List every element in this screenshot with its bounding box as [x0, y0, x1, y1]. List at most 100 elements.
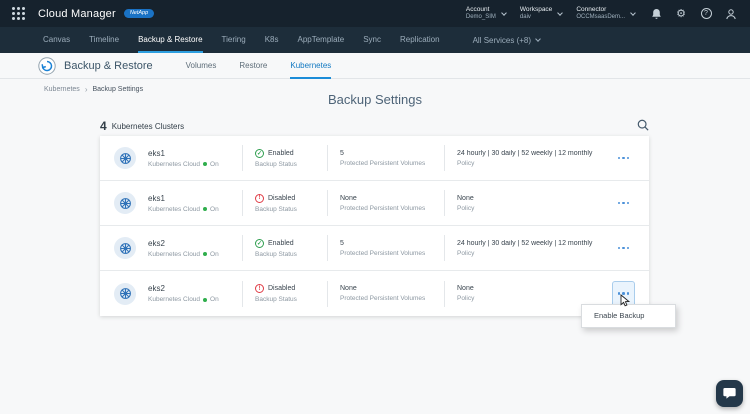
cluster-state: On — [210, 160, 219, 168]
row-context-menu: Enable Backup — [581, 304, 676, 328]
backup-status-label: Backup Status — [255, 250, 297, 258]
backup-status-label: Backup Status — [255, 160, 297, 168]
workspace-menu[interactable]: Workspace daiv — [519, 6, 564, 22]
policy-value: 24 hourly | 30 daily | 52 weekly | 12 mo… — [457, 149, 593, 157]
service-header: Backup & Restore Volumes Restore Kuberne… — [0, 53, 750, 79]
cluster-row: eks2 Kubernetes Cloud On ✓ Enabled Backu… — [100, 226, 649, 271]
volumes-value: None — [340, 285, 357, 292]
volumes-value: 5 — [340, 149, 344, 157]
kubernetes-cluster-icon — [114, 282, 136, 305]
cluster-state: On — [210, 250, 219, 258]
nav-tab-timeline[interactable]: Timeline — [89, 27, 119, 53]
row-menu-button[interactable] — [612, 190, 636, 216]
all-services-label: All Services (+8) — [472, 35, 532, 45]
chevron-down-icon — [630, 9, 636, 16]
divider — [444, 190, 445, 216]
gear-icon[interactable]: ⚙ — [674, 7, 688, 21]
apps-grid-icon[interactable] — [12, 7, 25, 20]
policy-label: Policy — [457, 249, 475, 257]
cluster-name: eks1 — [148, 148, 165, 158]
page-title: Backup Settings — [328, 92, 422, 107]
nav-tab-sync[interactable]: Sync — [363, 27, 381, 53]
kubernetes-cluster-icon — [114, 192, 136, 214]
chevron-down-icon — [557, 9, 564, 16]
backup-status-value: Disabled — [268, 285, 296, 292]
row-menu-button[interactable] — [612, 145, 636, 171]
cluster-list-header: 4 Kubernetes Clusters — [100, 116, 649, 132]
search-icon[interactable] — [637, 119, 649, 131]
tab-restore[interactable]: Restore — [239, 53, 267, 79]
netapp-logo: NetApp — [123, 8, 155, 19]
workspace-value: daiv — [519, 13, 531, 20]
backup-status-value: Enabled — [268, 149, 294, 157]
cluster-type: Kubernetes Cloud — [148, 205, 201, 213]
cluster-type: Kubernetes Cloud — [148, 250, 201, 258]
connector-menu[interactable]: Connector OCCMsaasDem... — [576, 5, 636, 22]
volumes-label: Protected Persistent Volumes — [340, 295, 426, 302]
enabled-check-icon: ✓ — [255, 148, 264, 158]
tab-volumes[interactable]: Volumes — [186, 53, 217, 79]
app-title: Cloud Manager — [38, 7, 116, 20]
backup-status-value: Enabled — [268, 239, 294, 247]
cluster-type: Kubernetes Cloud — [148, 160, 201, 168]
kubernetes-cluster-icon — [114, 237, 136, 259]
cluster-count: 4 — [100, 119, 107, 133]
enabled-check-icon: ✓ — [255, 238, 264, 248]
chat-button[interactable] — [716, 380, 743, 407]
backup-status-label: Backup Status — [255, 205, 297, 213]
nav-tab-canvas[interactable]: Canvas — [43, 27, 70, 53]
policy-label: Policy — [457, 204, 475, 212]
account-menu[interactable]: Account Demo_SIM — [465, 6, 507, 22]
divider — [444, 235, 445, 261]
policy-value: None — [457, 285, 474, 292]
connector-value: OCCMsaasDem... — [576, 13, 625, 20]
policy-label: Policy — [457, 159, 475, 167]
cluster-row: eks1 Kubernetes Cloud On ✓ Enabled Backu… — [100, 136, 649, 181]
account-value: Demo_SIM — [465, 13, 496, 20]
status-dot-icon — [203, 252, 208, 256]
volumes-label: Protected Persistent Volumes — [340, 159, 426, 167]
connector-label: Connector — [576, 5, 607, 13]
chevron-down-icon — [501, 9, 507, 16]
help-icon[interactable]: ? — [699, 7, 713, 21]
volumes-value: 5 — [340, 239, 344, 247]
divider — [242, 145, 243, 171]
cluster-name: eks2 — [148, 238, 165, 248]
policy-value: 24 hourly | 30 daily | 52 weekly | 12 mo… — [457, 239, 593, 247]
bell-icon[interactable] — [649, 7, 663, 21]
divider — [242, 190, 243, 216]
divider — [242, 280, 243, 307]
cluster-name: eks1 — [148, 193, 165, 203]
backup-restore-icon — [38, 56, 56, 75]
status-dot-icon — [203, 207, 208, 211]
kubernetes-cluster-icon — [114, 147, 136, 169]
nav-tab-k8s[interactable]: K8s — [265, 27, 279, 53]
nav-tab-tiering[interactable]: Tiering — [222, 27, 246, 53]
divider — [327, 280, 328, 307]
cluster-list: eks1 Kubernetes Cloud On ✓ Enabled Backu… — [100, 136, 649, 316]
volumes-label: Protected Persistent Volumes — [340, 204, 426, 212]
policy-label: Policy — [457, 295, 475, 302]
nav-tab-replication[interactable]: Replication — [400, 27, 440, 53]
cluster-row: eks2 Kubernetes Cloud On ! Disabled Back… — [100, 271, 649, 316]
service-title: Backup & Restore — [64, 59, 153, 72]
divider — [242, 235, 243, 261]
chat-bubble-icon — [723, 388, 736, 399]
user-icon[interactable] — [724, 7, 738, 21]
divider — [444, 280, 445, 307]
enable-backup-menu-item[interactable]: Enable Backup — [582, 305, 675, 327]
cluster-state: On — [210, 296, 219, 303]
chevron-down-icon — [535, 36, 541, 42]
cluster-type: Kubernetes Cloud — [148, 296, 201, 303]
volumes-label: Protected Persistent Volumes — [340, 249, 426, 257]
row-menu-button[interactable] — [612, 235, 636, 261]
divider — [444, 145, 445, 171]
nav-tab-apptemplate[interactable]: AppTemplate — [298, 27, 345, 53]
all-services-menu[interactable]: All Services (+8) — [472, 35, 541, 45]
volumes-value: None — [340, 194, 357, 202]
cluster-count-label: Kubernetes Clusters — [111, 122, 185, 131]
cluster-name: eks2 — [148, 284, 165, 293]
nav-tab-backup-restore[interactable]: Backup & Restore — [138, 27, 203, 53]
row-menu-button[interactable] — [611, 280, 635, 307]
tab-kubernetes[interactable]: Kubernetes — [290, 53, 332, 79]
